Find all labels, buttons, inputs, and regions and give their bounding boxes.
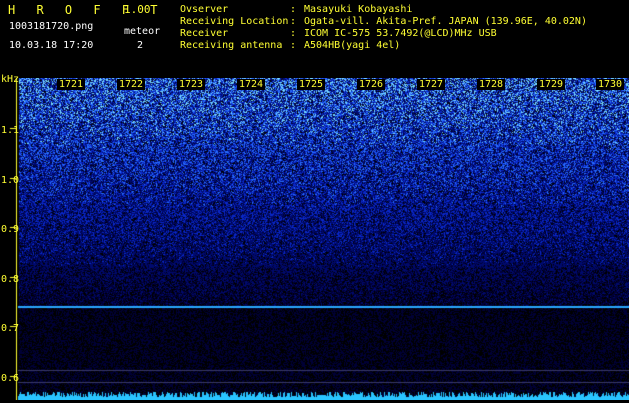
capture-datetime: 10.03.18 17:20	[9, 40, 94, 51]
minute-label: 1727	[417, 79, 446, 90]
info-row-antenna: Receiving antenna: A504HB(yagi 4el)	[180, 40, 401, 51]
y-tick-label: 0.8	[1, 274, 20, 285]
minute-label: 1729	[537, 79, 566, 90]
spectrogram-area	[0, 78, 629, 400]
y-tick-label: 1.0	[1, 175, 20, 186]
y-tick-label: 0.6	[1, 373, 20, 384]
minute-label: 1724	[237, 79, 266, 90]
header-panel: H R O F F T 1.00 1003181720.png 10.03.18…	[0, 0, 629, 78]
app-version: 1.00	[124, 3, 151, 16]
minute-label: 1722	[117, 79, 146, 90]
meteor-label: meteor	[124, 26, 161, 37]
minute-label: 1721	[57, 79, 86, 90]
info-row-receiver: Receiver: ICOM IC-575 53.7492(@LCD)MHz US…	[180, 28, 497, 39]
meteor-count: 2	[137, 40, 144, 51]
minute-label: 1726	[357, 79, 386, 90]
y-tick-label: 0.9	[1, 224, 20, 235]
image-filename: 1003181720.png	[9, 21, 94, 32]
info-row-location: Receiving Location: Ogata-vill. Akita-Pre…	[180, 16, 587, 27]
y-axis-unit: kHz	[1, 74, 20, 85]
minute-label: 1728	[477, 79, 506, 90]
y-tick-label: 1.1	[1, 125, 20, 136]
minute-label: 1730	[596, 79, 625, 90]
station-info: Ovserver: Masayuki Kobayashi Receiving Lo…	[180, 4, 587, 52]
spectrogram-canvas	[0, 78, 629, 400]
info-row-observer: Ovserver: Masayuki Kobayashi	[180, 4, 413, 15]
y-tick-label: 0.7	[1, 323, 20, 334]
minute-label: 1723	[177, 79, 206, 90]
minute-label: 1725	[297, 79, 326, 90]
